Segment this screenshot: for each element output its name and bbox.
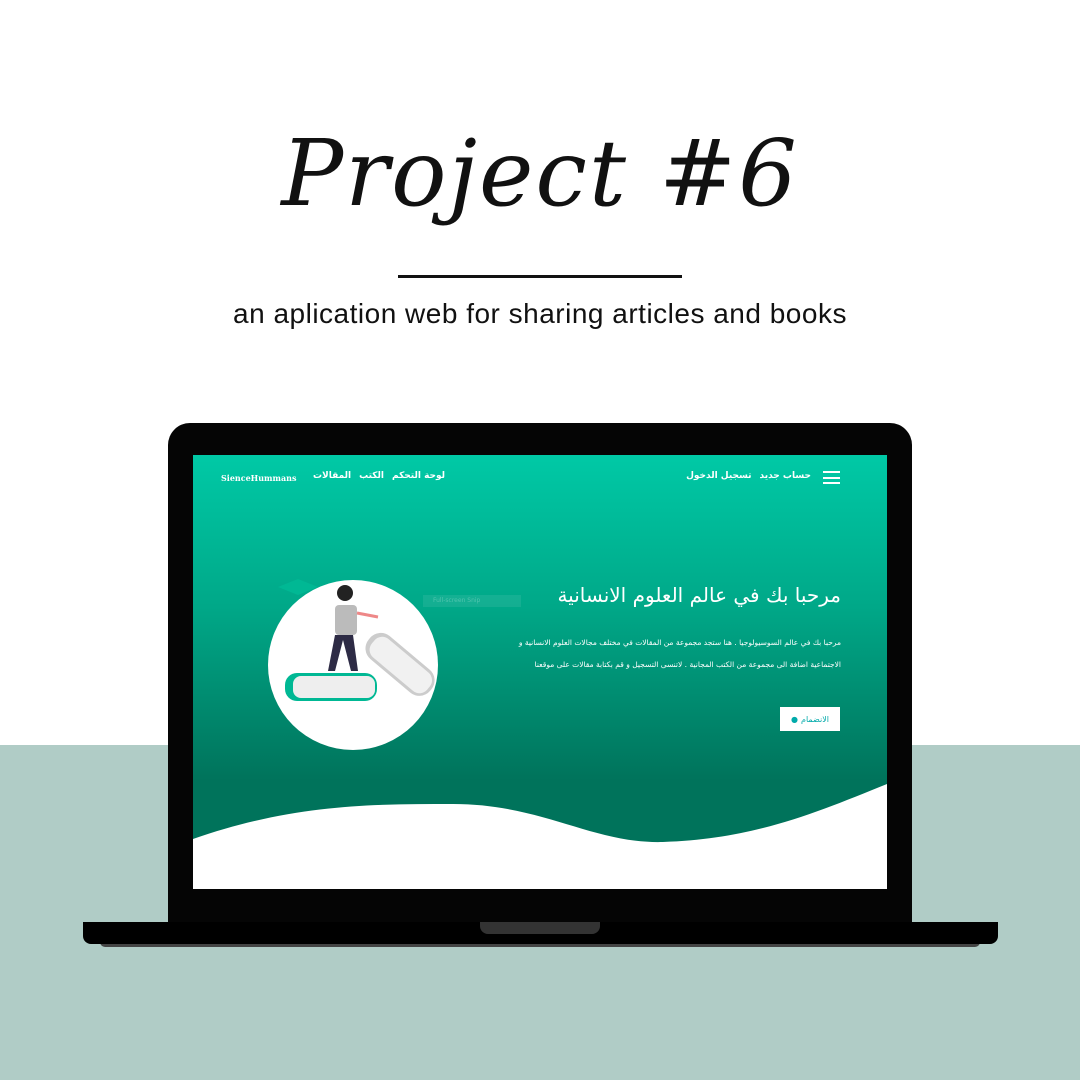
wave-divider <box>193 784 887 889</box>
nav-dashboard[interactable]: لوحة التحكم <box>392 471 445 481</box>
hamburger-menu-icon[interactable] <box>823 471 840 484</box>
nav-links: لوحة التحكم الكتب المقالات <box>313 471 445 481</box>
hero-title: مرحبا بك في عالم العلوم الانسانية <box>557 583 841 607</box>
nav-books[interactable]: الكتب <box>359 471 384 481</box>
globe-icon: ● <box>791 714 799 724</box>
site-logo[interactable]: SienceHummans <box>221 473 297 483</box>
hero-text-line: مرحبا بك في عالم السوسيولوجيا . هنا ستجد… <box>518 638 841 647</box>
login-link[interactable]: تسجيل الدخول <box>686 471 751 481</box>
website-screen: SienceHummans لوحة التحكم الكتب المقالات… <box>193 455 887 889</box>
poster-subtitle: an aplication web for sharing articles a… <box>233 298 847 329</box>
poster-title: Project #6 <box>281 120 799 227</box>
auth-links: حساب جديد تسجيل الدخول <box>686 471 811 481</box>
hero-text-line: الاجتماعية اضافة الى مجموعة من الكتب الم… <box>534 660 841 669</box>
join-button-label: الانضمام <box>801 714 829 724</box>
divider <box>398 275 682 278</box>
signup-link[interactable]: حساب جديد <box>760 471 811 481</box>
join-button[interactable]: الانضمام ● <box>780 707 840 731</box>
reading-illustration-icon <box>268 579 438 750</box>
navbar: SienceHummans لوحة التحكم الكتب المقالات… <box>193 455 887 499</box>
laptop-notch <box>480 922 600 934</box>
nav-articles[interactable]: المقالات <box>313 471 351 481</box>
